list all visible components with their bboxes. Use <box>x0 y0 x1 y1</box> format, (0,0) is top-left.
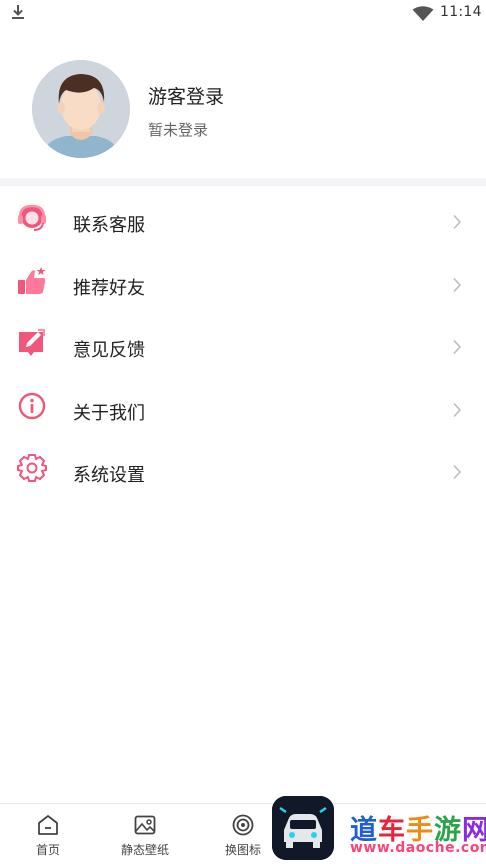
info-icon <box>18 392 46 419</box>
tab-label: 静态壁纸 <box>120 843 169 857</box>
customer-service-icon <box>18 204 46 231</box>
menu-item-label: 系统设置 <box>73 465 145 486</box>
watermark-url: www.daoche.com <box>350 840 486 856</box>
profile-status: 暂未登录 <box>148 121 209 139</box>
profile-name[interactable]: 游客登录 <box>148 82 224 109</box>
status-bar: 11:14 <box>0 0 486 26</box>
feedback-edit-icon <box>19 329 45 356</box>
chevron-right-icon <box>453 214 462 230</box>
status-time: 11:14 <box>440 4 482 20</box>
chevron-right-icon <box>453 464 462 480</box>
menu-item-label: 意见反馈 <box>73 340 145 361</box>
tab-home[interactable]: 首页 <box>3 804 93 864</box>
image-icon <box>134 815 156 835</box>
target-icon <box>232 814 254 836</box>
menu-item-label: 联系客服 <box>73 215 145 236</box>
menu-item-customer-service[interactable]: 联系客服 <box>0 186 486 249</box>
section-divider <box>0 178 486 186</box>
home-icon <box>38 815 58 835</box>
menu-item-label: 推荐好友 <box>73 277 145 299</box>
wifi-icon <box>412 6 434 21</box>
tab-label: 首页 <box>35 843 60 857</box>
chevron-right-icon <box>453 402 462 417</box>
chevron-right-icon <box>453 277 462 292</box>
car-app-icon <box>272 796 334 860</box>
download-icon <box>12 5 24 19</box>
settings-gear-icon <box>17 454 47 482</box>
menu-item-recommend-friends[interactable]: 推荐好友 <box>0 249 486 312</box>
chevron-right-icon <box>453 339 462 355</box>
tab-static-wallpaper[interactable]: 静态壁纸 <box>100 804 190 864</box>
menu-item-label: 关于我们 <box>73 402 145 424</box>
menu-list: 联系客服 推荐好友 意见反馈 关于我们 系统设置 <box>0 186 486 499</box>
profile-header[interactable]: 游客登录 暂未登录 <box>0 26 486 178</box>
avatar-icon[interactable] <box>32 60 130 158</box>
menu-item-feedback[interactable]: 意见反馈 <box>0 311 486 374</box>
menu-item-about-us[interactable]: 关于我们 <box>0 374 486 437</box>
menu-item-system-settings[interactable]: 系统设置 <box>0 436 486 499</box>
thumbs-up-icon <box>18 266 46 294</box>
